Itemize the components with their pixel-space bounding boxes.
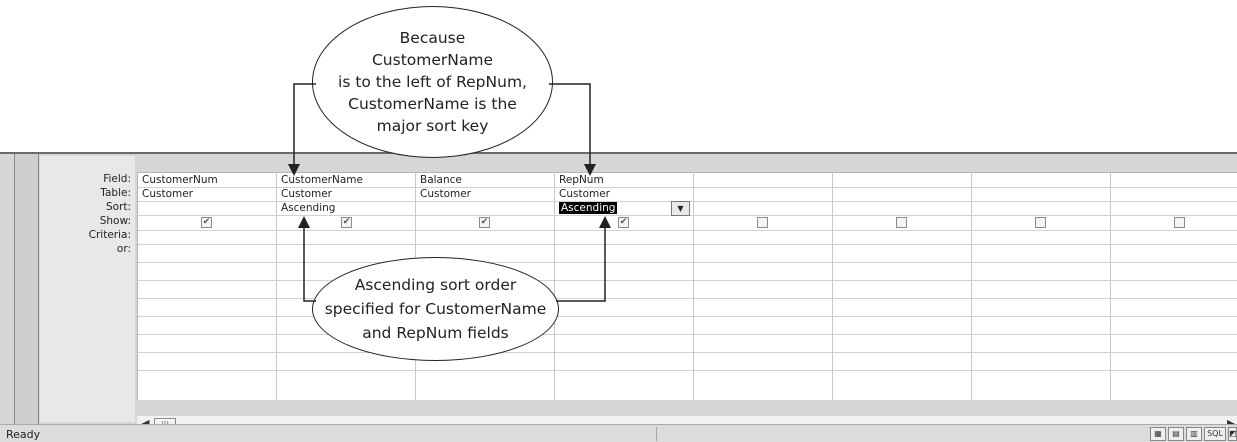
table-cell[interactable]: Customer xyxy=(416,187,471,201)
checkmark-icon: ✔ xyxy=(202,217,211,227)
grid-column-6[interactable] xyxy=(833,173,972,401)
sort-value: Ascending xyxy=(559,202,618,214)
status-bar: Ready ▦ ▤ ▥ SQL ◩ xyxy=(0,424,1237,442)
chevron-down-icon: ▼ xyxy=(677,204,684,213)
field-cell[interactable]: Balance xyxy=(416,173,462,187)
sql-view-button[interactable]: SQL xyxy=(1204,427,1226,441)
row-label-sort: Sort: xyxy=(105,201,131,213)
show-checkbox[interactable]: ✔ xyxy=(479,217,490,228)
pivotchart-view-icon[interactable]: ▥ xyxy=(1186,427,1202,441)
grid-column-8[interactable] xyxy=(1111,173,1237,401)
table-cell[interactable]: Customer xyxy=(138,187,193,201)
row-label-show: Show: xyxy=(99,215,131,227)
row-labels: Field: Table: Sort: Show: Criteria: or: xyxy=(40,156,135,422)
sort-cell[interactable]: Ascending xyxy=(277,201,335,215)
datasheet-view-icon[interactable]: ▦ xyxy=(1150,427,1166,441)
callout-ascending-sort-text: Ascending sort order specified for Custo… xyxy=(324,276,547,342)
checkmark-icon: ✔ xyxy=(619,217,628,227)
status-separator xyxy=(656,427,657,441)
sort-cell-selected[interactable]: Ascending xyxy=(555,201,618,215)
show-checkbox[interactable] xyxy=(1035,217,1046,228)
callout-major-sort-key-text: Because CustomerName is to the left of R… xyxy=(338,29,527,135)
table-cell[interactable]: Customer xyxy=(277,187,332,201)
sort-cell[interactable] xyxy=(138,201,142,215)
show-checkbox[interactable] xyxy=(757,217,768,228)
table-cell[interactable]: Customer xyxy=(555,187,610,201)
field-cell[interactable]: CustomerName xyxy=(277,173,363,187)
checkmark-icon: ✔ xyxy=(342,217,351,227)
row-label-or: or: xyxy=(116,243,131,255)
grid-column-4[interactable]: RepNum Customer Ascending ▼ ✔ xyxy=(555,173,694,401)
sort-cell[interactable] xyxy=(416,201,420,215)
field-cell[interactable]: CustomerNum xyxy=(138,173,218,187)
design-view-icon[interactable]: ◩ xyxy=(1228,427,1237,441)
callout-ascending-sort: Ascending sort order specified for Custo… xyxy=(312,257,559,361)
callout-major-sort-key: Because CustomerName is to the left of R… xyxy=(312,6,553,158)
sort-dropdown-button[interactable]: ▼ xyxy=(671,201,690,216)
row-label-table: Table: xyxy=(100,187,131,199)
field-cell[interactable]: RepNum xyxy=(555,173,604,187)
status-text: Ready xyxy=(6,428,41,441)
row-label-criteria: Criteria: xyxy=(88,229,131,241)
checkmark-icon: ✔ xyxy=(480,217,489,227)
show-checkbox[interactable]: ✔ xyxy=(341,217,352,228)
grid-column-5[interactable] xyxy=(694,173,833,401)
show-checkbox[interactable] xyxy=(896,217,907,228)
show-checkbox[interactable] xyxy=(1174,217,1185,228)
design-grid: CustomerNum Customer ✔ CustomerName Cust… xyxy=(137,172,1237,401)
grid-column-1[interactable]: CustomerNum Customer ✔ xyxy=(138,173,277,401)
query-design-grid-pane: Field: Table: Sort: Show: Criteria: or: … xyxy=(0,152,1237,434)
grid-column-7[interactable] xyxy=(972,173,1111,401)
pivottable-view-icon[interactable]: ▤ xyxy=(1168,427,1184,441)
selector-strip xyxy=(14,154,39,424)
row-label-field: Field: xyxy=(103,173,131,185)
show-checkbox[interactable]: ✔ xyxy=(201,217,212,228)
show-checkbox[interactable]: ✔ xyxy=(618,217,629,228)
